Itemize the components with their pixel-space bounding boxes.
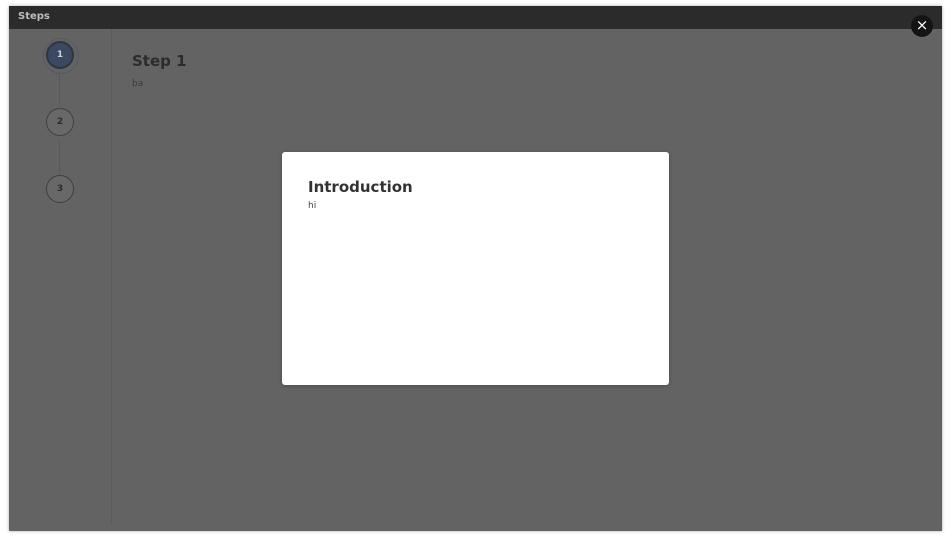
step-3-button[interactable]: 3 — [46, 175, 74, 203]
step-title: Step 1 — [132, 52, 187, 70]
step-1-button[interactable]: 1 — [43, 38, 79, 74]
introduction-modal: Introduction hi — [282, 152, 669, 385]
modal-title: Introduction — [308, 178, 413, 196]
step-text: ba — [132, 79, 144, 89]
step-connector — [59, 140, 60, 173]
title-bar: Steps — [9, 6, 942, 29]
step-2-button[interactable]: 2 — [46, 108, 74, 136]
step-connector — [59, 73, 60, 106]
close-button[interactable]: × — [911, 15, 933, 37]
steps-sidebar — [9, 29, 112, 525]
window-title: Steps — [18, 11, 50, 22]
modal-body-text: hi — [308, 201, 317, 211]
